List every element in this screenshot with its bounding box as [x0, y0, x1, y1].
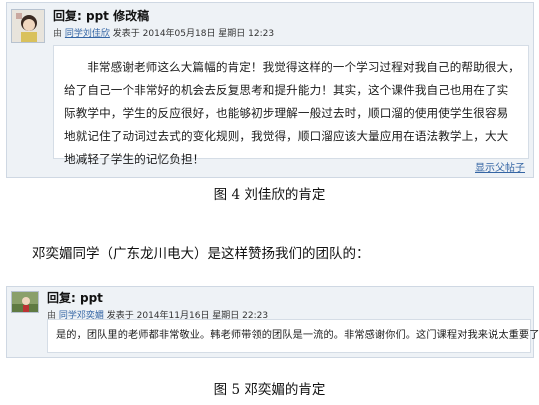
post-body-text: 非常感谢老师这么大篇幅的肯定！我觉得这样的一个学习过程对我自己的帮助很大，给了自… [64, 60, 520, 166]
post-body-text: 是的，团队里的老师都非常敬业。韩老师带领的团队是一流的。非常感谢你们。这门课程对… [56, 330, 539, 341]
post-header: 回复: ppt 修改稿 由 同学刘佳欣 发表于 2014年05月18日 星期日 … [53, 7, 529, 41]
post-header: 回复: ppt 由 同学邓奕媚 发表于 2014年11月16日 星期日 22:2… [47, 289, 529, 321]
meta-by: 由 [53, 29, 63, 39]
post-meta: 由 同学刘佳欣 发表于 2014年05月18日 星期日 12:23 [53, 26, 529, 39]
avatar-column [7, 287, 43, 357]
show-parent-link[interactable]: 显示父帖子 [475, 159, 525, 174]
figure-caption: 图 5 邓奕媚的肯定 [213, 382, 326, 398]
post-body: 非常感谢老师这么大篇幅的肯定！我觉得这样的一个学习过程对我自己的帮助很大，给了自… [53, 45, 529, 166]
author-link[interactable]: 同学刘佳欣 [65, 29, 110, 39]
post-time: 发表于 2014年05月18日 星期日 12:23 [112, 29, 275, 39]
body-paragraph: 邓奕媚同学（广东龙川电大）是这样赞扬我们的团队的： [32, 246, 370, 262]
post-title: 回复: ppt 修改稿 [53, 9, 150, 23]
avatar[interactable] [11, 291, 39, 313]
avatar[interactable] [11, 9, 45, 43]
forum-post-1: 回复: ppt 修改稿 由 同学刘佳欣 发表于 2014年05月18日 星期日 … [6, 2, 534, 178]
figure-caption: 图 4 刘佳欣的肯定 [213, 187, 326, 203]
forum-post-2: 回复: ppt 由 同学邓奕媚 发表于 2014年11月16日 星期日 22:2… [6, 286, 539, 358]
post-title: 回复: ppt [47, 291, 103, 305]
post-body: 是的，团队里的老师都非常敬业。韩老师带领的团队是一流的。非常感谢你们。这门课程对… [47, 319, 539, 353]
avatar-column [7, 3, 49, 177]
